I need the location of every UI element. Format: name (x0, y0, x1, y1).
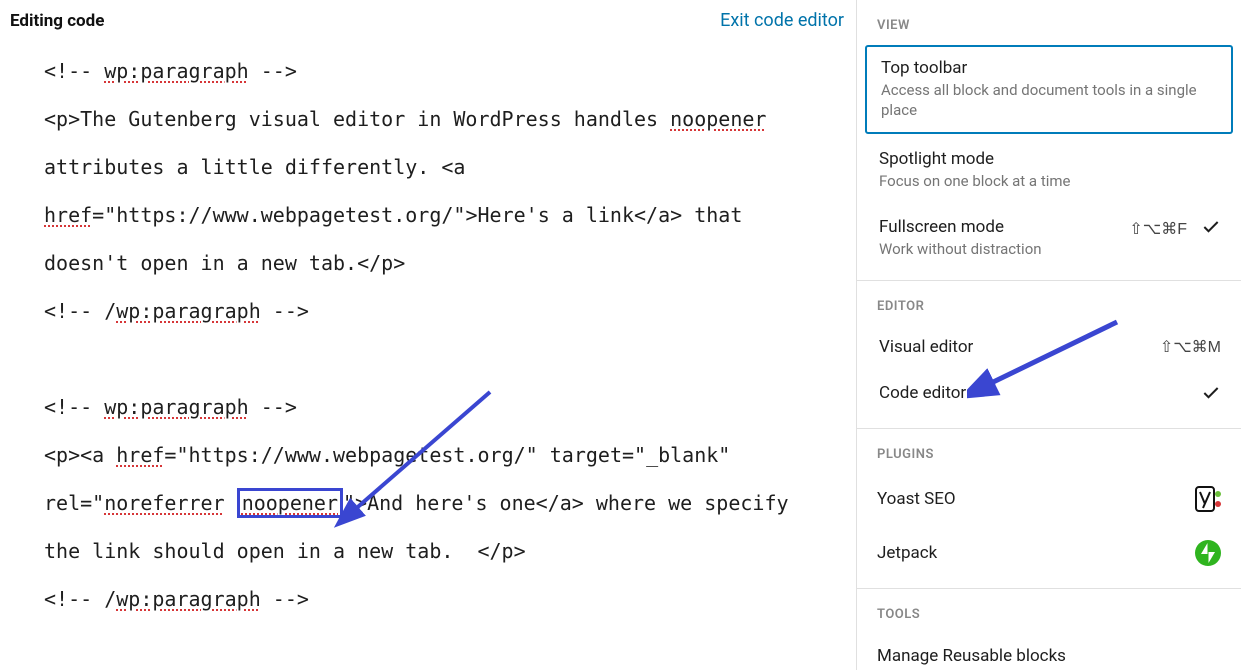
menu-title: Manage Reusable blocks (877, 646, 1066, 666)
section-label-view: VIEW (857, 0, 1241, 43)
code-text: wp:paragraph (104, 59, 249, 83)
menu-item-code-editor[interactable]: Code editor (857, 370, 1241, 420)
check-icon (1201, 383, 1221, 407)
code-text: <!-- (44, 59, 104, 83)
exit-code-editor-link[interactable]: Exit code editor (720, 10, 844, 31)
code-text: wp:paragraph (116, 299, 261, 323)
code-text: wp:paragraph (116, 587, 261, 611)
menu-item-jetpack[interactable]: Jetpack (857, 526, 1241, 580)
section-label-plugins: PLUGINS (857, 429, 1241, 472)
code-text: --> (249, 59, 297, 83)
code-textarea[interactable]: <!-- wp:paragraph --> <p>The Gutenberg v… (0, 43, 856, 643)
menu-title: Top toolbar (881, 58, 1217, 78)
menu-desc: Work without distraction (879, 239, 1119, 259)
code-text: href (44, 203, 92, 227)
code-text: <!-- / (44, 299, 116, 323)
yoast-icon (1195, 486, 1221, 512)
editor-toolbar: Editing code Exit code editor (0, 0, 856, 43)
menu-title: Code editor (879, 383, 1191, 403)
code-text: noopener (670, 107, 766, 131)
menu-item-manage-reusable-blocks[interactable]: Manage Reusable blocks (857, 632, 1241, 670)
menu-item-spotlight-mode[interactable]: Spotlight mode Focus on one block at a t… (857, 136, 1241, 204)
code-text: <!-- / (44, 587, 116, 611)
menu-desc: Focus on one block at a time (879, 171, 1221, 191)
keyboard-shortcut: ⇧⌥⌘M (1160, 337, 1221, 357)
code-text: href (116, 443, 164, 467)
menu-title: Spotlight mode (879, 149, 1221, 169)
code-text: --> (261, 299, 309, 323)
jetpack-icon (1195, 540, 1221, 566)
section-label-editor: EDITOR (857, 281, 1241, 324)
code-text: <p><a (44, 443, 116, 467)
keyboard-shortcut: ⇧⌥⌘F (1129, 219, 1187, 239)
code-text: noopener (242, 491, 338, 515)
editor-main-panel: Editing code Exit code editor <!-- wp:pa… (0, 0, 857, 670)
menu-item-fullscreen-mode[interactable]: Fullscreen mode Work without distraction… (857, 204, 1241, 272)
page-title: Editing code (10, 11, 104, 31)
code-text: --> (261, 587, 309, 611)
menu-item-top-toolbar[interactable]: Top toolbar Access all block and documen… (865, 45, 1233, 134)
menu-item-visual-editor[interactable]: Visual editor ⇧⌥⌘M (857, 324, 1241, 370)
code-text: noreferrer (104, 491, 224, 515)
menu-title: Jetpack (877, 543, 937, 563)
menu-title: Fullscreen mode (879, 217, 1119, 237)
menu-title: Yoast SEO (877, 489, 956, 509)
menu-title: Visual editor (879, 337, 1150, 357)
code-text: <p>The Gutenberg visual editor in WordPr… (44, 107, 670, 131)
code-text: ="https://www.webpagetest.org/">Here's a… (44, 203, 754, 275)
check-icon (1201, 217, 1221, 241)
menu-item-yoast-seo[interactable]: Yoast SEO (857, 472, 1241, 526)
code-text: --> (249, 395, 297, 419)
code-text: wp:paragraph (104, 395, 249, 419)
options-sidebar: VIEW Top toolbar Access all block and do… (857, 0, 1241, 670)
code-text: <!-- (44, 395, 104, 419)
code-text (225, 491, 237, 515)
noopener-highlight-box: noopener (237, 488, 343, 518)
menu-desc: Access all block and document tools in a… (881, 80, 1217, 121)
section-label-tools: TOOLS (857, 589, 1241, 632)
